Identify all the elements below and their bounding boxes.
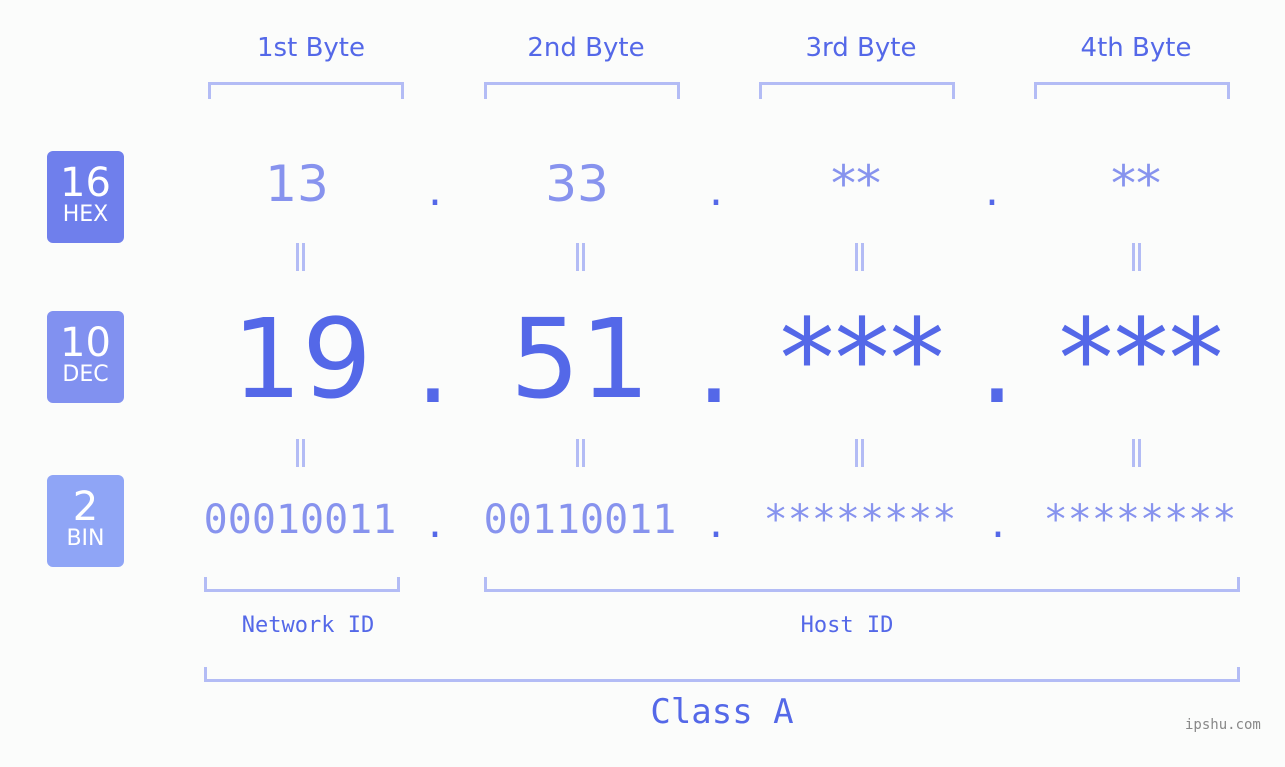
- byte-bracket-3: [759, 82, 955, 99]
- dec-dot-1: .: [415, 300, 451, 428]
- dec-dot-3: .: [979, 300, 1015, 428]
- equals-sign: [290, 436, 310, 476]
- bin-base-label: BIN: [66, 526, 105, 551]
- hex-dot-3: .: [985, 165, 999, 216]
- equals-sign: [849, 240, 869, 280]
- hex-base-number: 16: [60, 160, 111, 206]
- equals-sign: [570, 240, 590, 280]
- bin-byte-3: ********: [763, 497, 957, 543]
- byte-bracket-2: [484, 82, 680, 99]
- byte-header-2: 2nd Byte: [527, 33, 645, 63]
- byte-bracket-1: [208, 82, 404, 99]
- hex-byte-4: **: [1111, 155, 1161, 213]
- dec-byte-1: 19: [232, 295, 372, 423]
- byte-header-3: 3rd Byte: [805, 33, 917, 63]
- bin-dot-3: .: [991, 497, 1005, 548]
- class-label: Class A: [650, 692, 794, 732]
- equals-sign: [849, 436, 869, 476]
- byte-bracket-4: [1034, 82, 1230, 99]
- hex-byte-2: 33: [545, 155, 609, 213]
- bin-byte-1: 00010011: [203, 497, 397, 543]
- dec-badge: 10 DEC: [47, 311, 124, 403]
- byte-header-4: 4th Byte: [1080, 33, 1192, 63]
- hex-byte-1: 13: [265, 155, 329, 213]
- bin-badge: 2 BIN: [47, 475, 124, 567]
- bin-byte-2: 00110011: [483, 497, 677, 543]
- bin-byte-4: ********: [1043, 497, 1237, 543]
- dec-dot-2: .: [696, 300, 732, 428]
- bin-dot-1: .: [428, 497, 442, 548]
- host-id-bracket: [484, 577, 1240, 592]
- hex-badge: 16 HEX: [47, 151, 124, 243]
- equals-sign: [570, 436, 590, 476]
- host-id-label: Host ID: [800, 613, 894, 638]
- dec-base-label: DEC: [62, 362, 109, 387]
- class-bracket: [204, 667, 1240, 682]
- hex-dot-2: .: [709, 165, 723, 216]
- network-id-bracket: [204, 577, 400, 592]
- equals-sign: [290, 240, 310, 280]
- dec-base-number: 10: [60, 320, 111, 366]
- dec-byte-4: ***: [1058, 295, 1224, 423]
- network-id-label: Network ID: [241, 613, 375, 638]
- byte-header-1: 1st Byte: [257, 33, 365, 63]
- hex-base-label: HEX: [62, 202, 109, 227]
- watermark: ipshu.com: [1185, 717, 1261, 733]
- equals-sign: [1126, 436, 1146, 476]
- dec-byte-3: ***: [779, 295, 945, 423]
- hex-byte-3: **: [831, 155, 881, 213]
- dec-byte-2: 51: [510, 295, 650, 423]
- hex-dot-1: .: [428, 165, 442, 216]
- equals-sign: [1126, 240, 1146, 280]
- bin-dot-2: .: [709, 497, 723, 548]
- bin-base-number: 2: [72, 484, 99, 530]
